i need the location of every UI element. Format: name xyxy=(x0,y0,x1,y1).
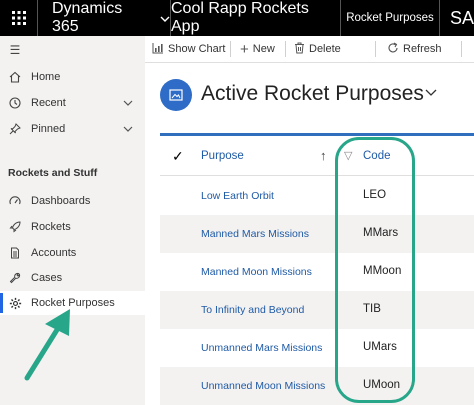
annotation-arrow-icon xyxy=(24,309,70,381)
app-window: Dynamics 365 Cool Rapp Rockets App Rocke… xyxy=(0,0,474,405)
